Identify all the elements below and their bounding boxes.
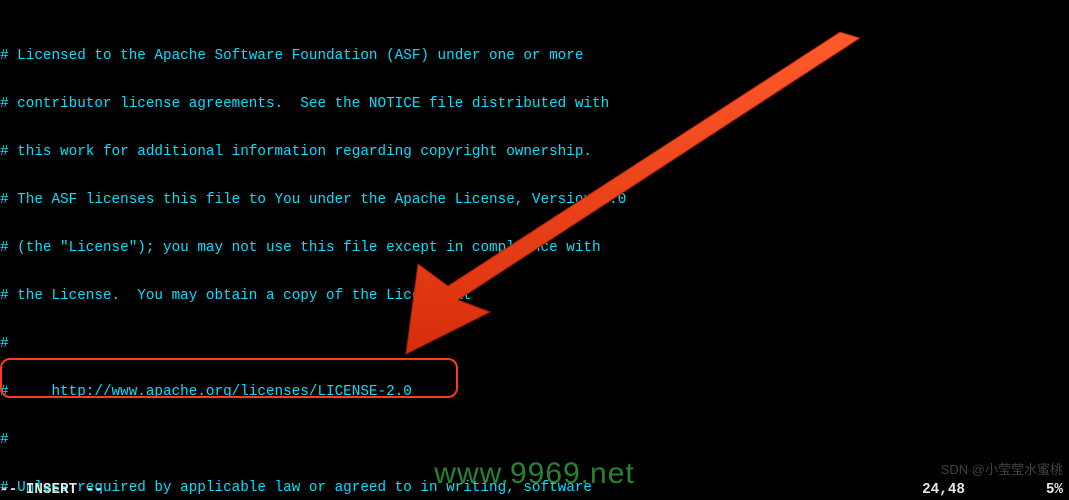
comment-line: # the License. You may obtain a copy of …: [0, 288, 1069, 304]
comment-line: #: [0, 336, 1069, 352]
comment-line: # this work for additional information r…: [0, 144, 1069, 160]
comment-line: # http://www.apache.org/licenses/LICENSE…: [0, 384, 1069, 400]
vim-mode-indicator: -- INSERT --: [0, 482, 103, 500]
comment-line: # The ASF licenses this file to You unde…: [0, 192, 1069, 208]
comment-line: #: [0, 432, 1069, 448]
comment-line: # (the "License"); you may not use this …: [0, 240, 1069, 256]
vim-scroll-percent: 5%: [1046, 482, 1063, 498]
vim-cursor-position: 24,48: [922, 482, 965, 498]
comment-line: # contributor license agreements. See th…: [0, 96, 1069, 112]
vim-status-bar: -- INSERT -- 24,48 5%: [0, 482, 1069, 500]
watermark-side: SDN @小莹莹水蜜桃: [941, 462, 1063, 478]
comment-line: # Licensed to the Apache Software Founda…: [0, 48, 1069, 64]
terminal-viewport[interactable]: # Licensed to the Apache Software Founda…: [0, 0, 1069, 500]
